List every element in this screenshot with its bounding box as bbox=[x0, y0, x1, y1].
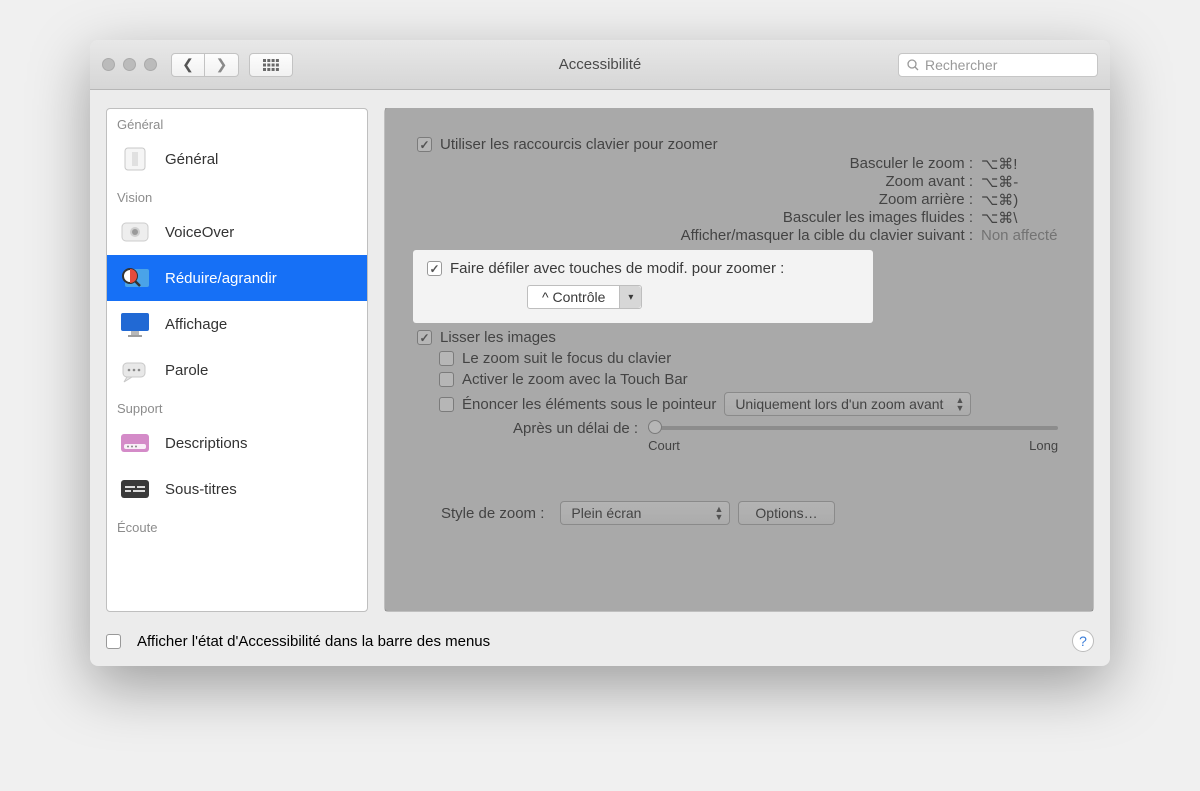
updown-icon: ▲▼ bbox=[955, 396, 964, 412]
shortcut-value: ⌥⌘! bbox=[973, 155, 1063, 173]
zoom-style-value: Plein écran bbox=[571, 505, 641, 521]
sidebar-item-subtitles[interactable]: Sous-titres bbox=[107, 466, 367, 512]
slider-max-label: Long bbox=[1029, 438, 1058, 453]
checkbox-keyboard-shortcuts[interactable] bbox=[417, 137, 432, 152]
zoom-style-label: Style de zoom : bbox=[441, 505, 544, 522]
close-window-icon[interactable] bbox=[102, 58, 115, 71]
sidebar-item-label: Descriptions bbox=[165, 435, 248, 452]
sidebar: Général Général Vision VoiceOver Réduire… bbox=[106, 108, 368, 612]
preferences-window: ❮ ❯ Accessibilité Rechercher Général Gén… bbox=[90, 40, 1110, 666]
display-icon bbox=[117, 309, 153, 339]
minimize-window-icon[interactable] bbox=[123, 58, 136, 71]
zoom-style-dropdown[interactable]: Plein écran ▲▼ bbox=[560, 501, 730, 525]
zoom-icon bbox=[117, 263, 153, 293]
delay-slider[interactable]: Court Long bbox=[648, 420, 1058, 453]
speak-items-dropdown[interactable]: Uniquement lors d'un zoom avant ▲▼ bbox=[724, 392, 971, 416]
sidebar-item-label: Affichage bbox=[165, 316, 227, 333]
sidebar-item-speech[interactable]: Parole bbox=[107, 347, 367, 393]
chevron-down-icon: ▾ bbox=[619, 286, 641, 308]
sidebar-item-general[interactable]: Général bbox=[107, 136, 367, 182]
show-all-button[interactable] bbox=[249, 53, 293, 77]
speech-icon bbox=[117, 355, 153, 385]
voiceover-icon bbox=[117, 217, 153, 247]
label-scroll-modifier: Faire défiler avec touches de modif. pou… bbox=[450, 260, 784, 277]
shortcut-value: ⌥⌘\ bbox=[973, 209, 1063, 227]
shortcut-value: ⌥⌘) bbox=[973, 191, 1063, 209]
search-input[interactable]: Rechercher bbox=[898, 53, 1098, 77]
label-follow-keyboard: Le zoom suit le focus du clavier bbox=[462, 350, 671, 367]
sidebar-item-display[interactable]: Affichage bbox=[107, 301, 367, 347]
scroll-modifier-section: Faire défiler avec touches de modif. pou… bbox=[413, 250, 873, 323]
shortcut-label: Basculer le zoom : bbox=[603, 155, 973, 173]
checkbox-status-menubar[interactable] bbox=[106, 634, 121, 649]
checkbox-follow-keyboard[interactable] bbox=[439, 351, 454, 366]
sidebar-scroll[interactable]: Général Général Vision VoiceOver Réduire… bbox=[107, 109, 367, 611]
slider-min-label: Court bbox=[648, 438, 680, 453]
shortcut-label: Zoom avant : bbox=[603, 173, 973, 191]
search-icon bbox=[907, 59, 919, 71]
checkbox-scroll-modifier[interactable] bbox=[427, 261, 442, 276]
shortcut-label: Basculer les images fluides : bbox=[603, 209, 973, 227]
main-pane: Utiliser les raccourcis clavier pour zoo… bbox=[384, 108, 1094, 612]
updown-icon: ▲▼ bbox=[714, 505, 723, 521]
grid-icon bbox=[263, 59, 279, 71]
label-smooth-images: Lisser les images bbox=[440, 329, 556, 346]
sidebar-item-label: VoiceOver bbox=[165, 224, 234, 241]
shortcut-value: ⌥⌘- bbox=[973, 173, 1063, 191]
shortcut-label: Zoom arrière : bbox=[603, 191, 973, 209]
sidebar-item-descriptions[interactable]: Descriptions bbox=[107, 420, 367, 466]
options-button[interactable]: Options… bbox=[738, 501, 834, 525]
search-placeholder: Rechercher bbox=[925, 57, 997, 73]
subtitles-icon bbox=[117, 474, 153, 504]
traffic-lights bbox=[102, 58, 157, 71]
footer: Afficher l'état d'Accessibilité dans la … bbox=[90, 620, 1110, 666]
sidebar-item-label: Général bbox=[165, 151, 218, 168]
shortcut-label: Afficher/masquer la cible du clavier sui… bbox=[603, 227, 973, 244]
section-vision: Vision bbox=[107, 182, 367, 209]
label-keyboard-shortcuts: Utiliser les raccourcis clavier pour zoo… bbox=[440, 136, 718, 153]
delay-label: Après un délai de : bbox=[513, 420, 638, 437]
section-listen: Écoute bbox=[107, 512, 367, 539]
modifier-key-dropdown[interactable]: ^ Contrôle ▾ bbox=[527, 285, 642, 309]
sidebar-item-voiceover[interactable]: VoiceOver bbox=[107, 209, 367, 255]
section-general: Général bbox=[107, 109, 367, 136]
general-icon bbox=[117, 144, 153, 174]
forward-button[interactable]: ❯ bbox=[205, 53, 239, 77]
sidebar-item-label: Réduire/agrandir bbox=[165, 270, 277, 287]
modifier-key-value: ^ Contrôle bbox=[528, 289, 619, 305]
checkbox-touch-bar[interactable] bbox=[439, 372, 454, 387]
descriptions-icon bbox=[117, 428, 153, 458]
shortcut-value-unassigned: Non affecté bbox=[973, 227, 1063, 244]
label-speak-items: Énoncer les éléments sous le pointeur bbox=[462, 396, 716, 413]
body: Général Général Vision VoiceOver Réduire… bbox=[90, 90, 1110, 620]
sidebar-item-zoom[interactable]: Réduire/agrandir bbox=[107, 255, 367, 301]
zoom-window-icon[interactable] bbox=[144, 58, 157, 71]
speak-items-value: Uniquement lors d'un zoom avant bbox=[735, 396, 943, 412]
checkbox-speak-items[interactable] bbox=[439, 397, 454, 412]
back-button[interactable]: ❮ bbox=[171, 53, 205, 77]
section-support: Support bbox=[107, 393, 367, 420]
toolbar: ❮ ❯ Accessibilité Rechercher bbox=[90, 40, 1110, 90]
window-title: Accessibilité bbox=[559, 56, 642, 73]
checkbox-smooth-images[interactable] bbox=[417, 330, 432, 345]
label-status-menubar: Afficher l'état d'Accessibilité dans la … bbox=[137, 633, 490, 650]
sidebar-item-label: Parole bbox=[165, 362, 208, 379]
help-button[interactable]: ? bbox=[1072, 630, 1094, 652]
sidebar-item-label: Sous-titres bbox=[165, 481, 237, 498]
label-touch-bar: Activer le zoom avec la Touch Bar bbox=[462, 371, 688, 388]
nav-group: ❮ ❯ bbox=[171, 53, 239, 77]
